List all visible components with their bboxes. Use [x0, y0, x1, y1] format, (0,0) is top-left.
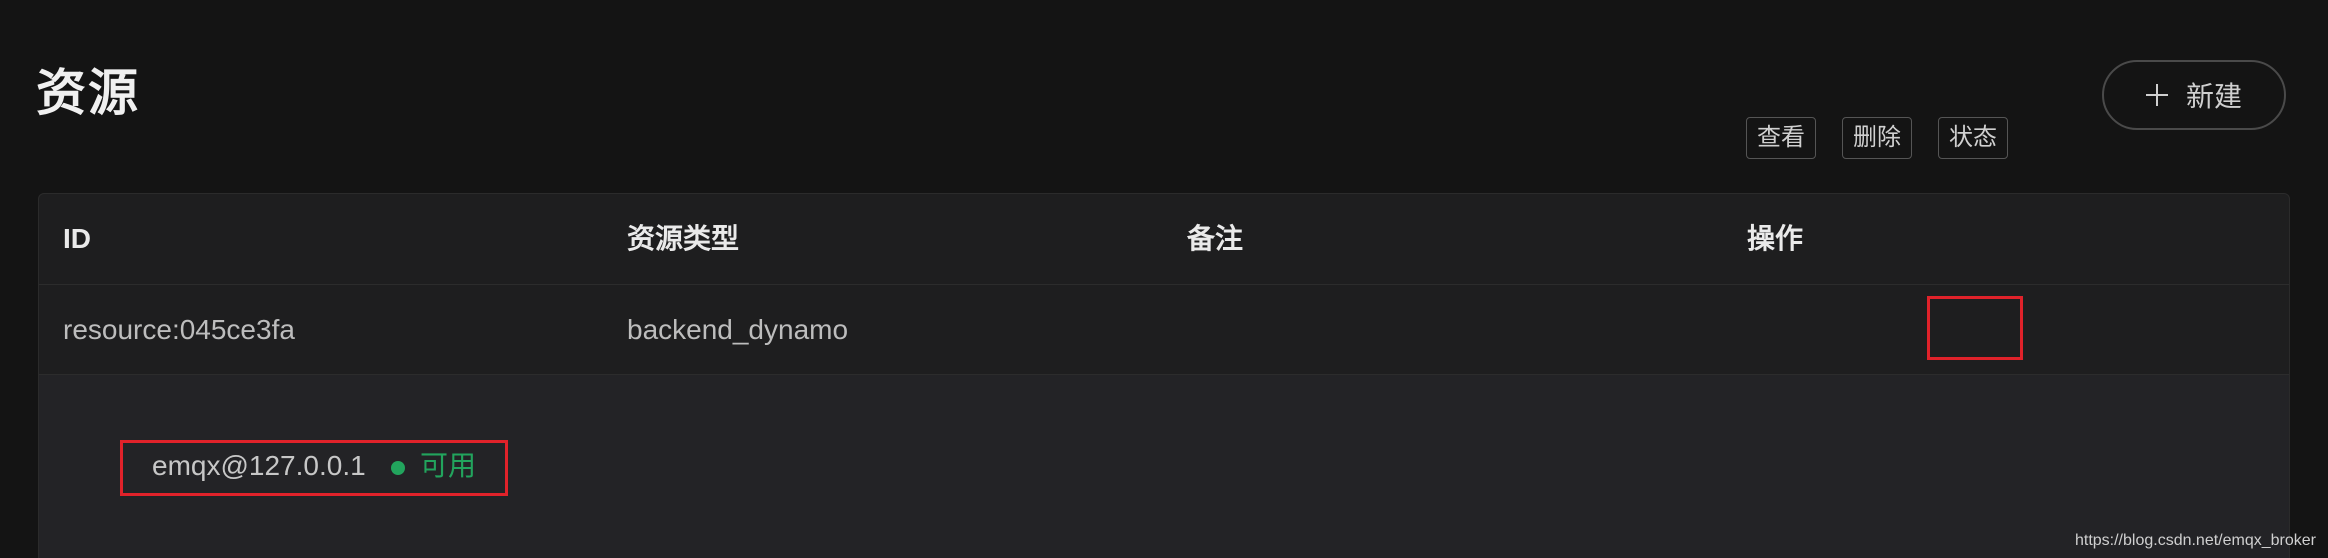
column-header-actions: 操作	[1747, 223, 1804, 254]
page-title: 资源	[36, 65, 140, 121]
column-header-note: 备注	[1187, 223, 1244, 254]
view-button[interactable]: 查看	[1746, 117, 1816, 159]
plus-icon	[2145, 84, 2168, 106]
cell-resource-id: resource:045ce3fa	[63, 314, 295, 345]
column-header-id: ID	[63, 223, 91, 254]
resources-page: 资源 新建 ID 资源类型 备注 操作 resource:045ce3fa ba…	[0, 0, 2328, 558]
table-header: ID 资源类型 备注 操作	[39, 194, 2289, 285]
status-button[interactable]: 状态	[1938, 117, 2008, 159]
resources-table: ID 资源类型 备注 操作 resource:045ce3fa backend_…	[38, 193, 2290, 558]
column-header-type: 资源类型	[627, 223, 740, 254]
watermark: https://blog.csdn.net/emqx_broker	[2074, 532, 2316, 549]
new-button-label: 新建	[2185, 81, 2242, 112]
delete-button[interactable]: 删除	[1842, 117, 1912, 159]
status-highlight	[120, 440, 508, 496]
cell-resource-type: backend_dynamo	[627, 314, 849, 345]
status-button-highlight	[1927, 296, 2023, 360]
new-resource-button[interactable]: 新建	[2102, 60, 2286, 130]
